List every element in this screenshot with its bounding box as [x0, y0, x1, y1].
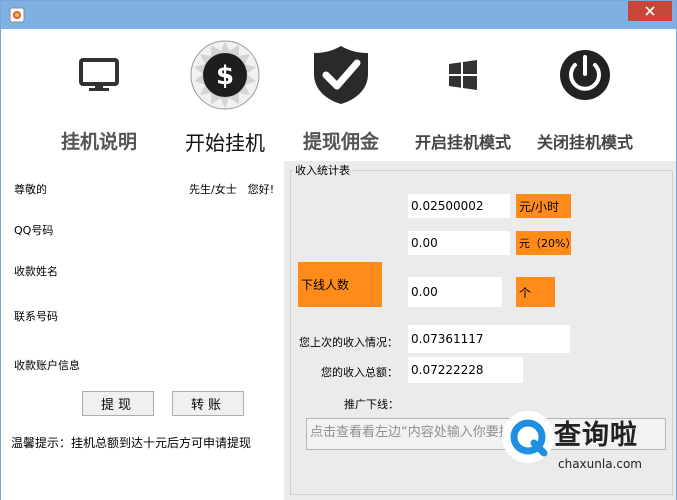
total-income-label: 您的收入总额： — [321, 366, 398, 379]
dollar-coin-icon: $ — [185, 35, 265, 115]
withdraw-button[interactable]: 提现 — [82, 391, 154, 416]
watermark-logo: 查询啦 chaxunla.com — [494, 405, 674, 495]
watermark-domain: chaxunla.com — [558, 457, 642, 471]
watermark-badge — [502, 411, 554, 463]
greeting-label: 尊敬的 — [14, 183, 47, 196]
watermark-brand: 查询啦 — [554, 420, 638, 451]
toolbar-label-instructions: 挂机说明 — [60, 131, 137, 153]
close-button[interactable] — [628, 1, 672, 21]
salutation-label: 先生/女士 您好! — [189, 183, 275, 196]
toolbar-label-disable-mode: 关闭挂机模式 — [536, 133, 633, 152]
toolbar: 挂机说明 $ 开始挂机 提现佣金 开启挂机模式 关闭挂机模式 — [1, 29, 676, 157]
title-bar — [1, 1, 676, 29]
downline-count-field: 0.00 — [408, 277, 502, 307]
transfer-button[interactable]: 转账 — [172, 391, 244, 416]
toolbar-item-instructions[interactable]: 挂机说明 — [53, 29, 145, 157]
app-icon — [9, 7, 25, 23]
toolbar-item-disable-mode[interactable]: 关闭挂机模式 — [529, 29, 641, 157]
close-icon — [645, 6, 655, 16]
downline-count-label: 下线人数 — [298, 262, 382, 307]
toolbar-item-start[interactable]: $ 开始挂机 — [173, 29, 277, 157]
toolbar-label-withdraw: 提现佣金 — [302, 131, 379, 153]
share-field: 0.00 — [408, 231, 510, 255]
total-income-field: 0.07222228 — [408, 357, 523, 383]
qq-label: QQ号码 — [14, 224, 54, 237]
withdraw-tip: 温馨提示：挂机总额到达十元后方可申请提现 — [11, 436, 252, 450]
toolbar-item-enable-mode[interactable]: 开启挂机模式 — [407, 29, 519, 157]
share-unit: 元（20%） — [516, 231, 576, 255]
toolbar-label-start: 开始挂机 — [185, 131, 265, 155]
last-income-field: 0.07361117 — [408, 325, 570, 353]
last-income-label: 您上次的收入情况： — [299, 336, 398, 349]
phone-label: 联系号码 — [14, 310, 58, 323]
account-info-label: 收款账户信息 — [14, 359, 80, 372]
payee-name-label: 收款姓名 — [14, 265, 58, 278]
search-q-icon — [506, 415, 550, 459]
toolbar-label-enable-mode: 开启挂机模式 — [414, 133, 511, 152]
shield-check-icon — [301, 35, 381, 115]
toolbar-item-withdraw[interactable]: 提现佣金 — [293, 29, 389, 157]
hourly-rate-unit: 元/小时 — [516, 194, 571, 218]
monitor-icon — [59, 35, 139, 115]
downline-count-unit: 个 — [516, 277, 555, 307]
hourly-rate-field: 0.02500002 — [408, 194, 510, 218]
app-window: 挂机说明 $ 开始挂机 提现佣金 开启挂机模式 关闭挂机模式 尊敬的 先生/女士… — [0, 0, 677, 500]
power-icon — [545, 35, 625, 115]
windows-logo-icon — [423, 35, 503, 115]
svg-text:$: $ — [216, 61, 234, 91]
promote-downline-label: 推广下线： — [344, 398, 399, 411]
income-stats-title: 收入统计表 — [293, 162, 352, 178]
